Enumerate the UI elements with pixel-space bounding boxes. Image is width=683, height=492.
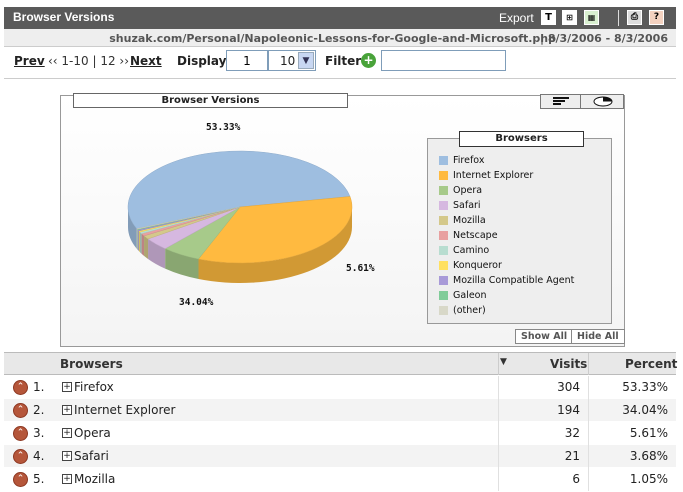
row-visits: 32 <box>564 426 580 440</box>
legend-label: Galeon <box>453 290 487 301</box>
row-browser-name: Opera <box>74 426 111 440</box>
legend-swatch <box>439 276 448 285</box>
drilldown-icon[interactable]: ⌃ <box>13 472 28 487</box>
row-visits: 194 <box>557 403 580 417</box>
legend-label: Konqueror <box>453 260 502 271</box>
row-rank: 2. <box>33 403 45 417</box>
drilldown-icon[interactable]: ⌃ <box>13 380 28 395</box>
chart-legend: Firefox Internet Explorer Opera Safari Mozil… <box>427 138 612 324</box>
expand-icon[interactable]: + <box>62 451 72 461</box>
legend-swatch <box>439 186 448 195</box>
row-percent: 1.05% <box>629 472 668 486</box>
row-browser-name: Firefox <box>74 380 114 394</box>
legend-label: Camino <box>453 245 490 256</box>
col-divider <box>498 376 499 399</box>
slice-label-ie: 34.04% <box>179 297 214 308</box>
expand-icon[interactable]: + <box>62 428 72 438</box>
pie-slice-side <box>139 232 142 254</box>
row-percent: 34.04% <box>622 403 668 417</box>
pie-slice-side <box>137 229 139 251</box>
sort-desc-icon[interactable]: ▼ <box>500 357 507 367</box>
legend-label: Firefox <box>453 155 485 166</box>
slice-label-opera: 5.61% <box>346 263 375 274</box>
row-percent: 53.33% <box>622 380 668 394</box>
row-browser-name: Internet Explorer <box>74 403 176 417</box>
col-header-browsers[interactable]: Browsers <box>60 357 123 371</box>
legend-swatch <box>439 171 448 180</box>
drilldown-icon[interactable]: ⌃ <box>13 426 28 441</box>
show-all-button[interactable]: Show All <box>521 331 567 342</box>
col-divider <box>588 468 589 491</box>
legend-swatch <box>439 306 448 315</box>
table-row[interactable]: ⌃ 3. + Opera 32 5.61% <box>4 422 676 445</box>
legend-label: Netscape <box>453 230 498 241</box>
row-rank: 1. <box>33 380 45 394</box>
table-row[interactable]: ⌃ 5. + Mozilla 6 1.05% <box>4 468 676 491</box>
row-rank: 4. <box>33 449 45 463</box>
col-divider <box>588 422 589 445</box>
col-divider <box>588 353 589 375</box>
col-divider <box>588 445 589 468</box>
slice-label-firefox: 53.33% <box>206 122 241 133</box>
legend-swatch <box>439 261 448 270</box>
row-browser-name: Mozilla <box>74 472 116 486</box>
legend-button-divider <box>571 330 572 343</box>
row-percent: 3.68% <box>629 449 668 463</box>
col-divider <box>498 353 499 375</box>
legend-swatch <box>439 156 448 165</box>
expand-icon[interactable]: + <box>62 405 72 415</box>
col-divider <box>588 376 589 399</box>
row-visits: 21 <box>564 449 580 463</box>
pie-slice-side <box>138 230 140 253</box>
drilldown-icon[interactable]: ⌃ <box>13 449 28 464</box>
legend-label: Internet Explorer <box>453 170 534 181</box>
table-row[interactable]: ⌃ 4. + Safari 21 3.68% <box>4 445 676 468</box>
legend-swatch <box>439 246 448 255</box>
row-rank: 3. <box>33 426 45 440</box>
expand-icon[interactable]: + <box>62 474 72 484</box>
pie-slice-side <box>144 235 149 259</box>
col-divider <box>498 468 499 491</box>
legend-swatch <box>439 216 448 225</box>
legend-swatch <box>439 291 448 300</box>
legend-label: Mozilla <box>453 215 486 226</box>
drilldown-icon[interactable]: ⌃ <box>13 403 28 418</box>
legend-label: Safari <box>453 200 481 211</box>
legend-swatch <box>439 201 448 210</box>
expand-icon[interactable]: + <box>62 382 72 392</box>
row-percent: 5.61% <box>629 426 668 440</box>
table-header: Browsers ▼ Visits Percent <box>4 352 677 375</box>
pie-slice-side <box>137 229 138 250</box>
col-header-visits[interactable]: Visits <box>550 357 587 371</box>
col-divider <box>498 422 499 445</box>
legend-swatch <box>439 231 448 240</box>
row-visits: 6 <box>572 472 580 486</box>
pie-slice-side <box>141 233 145 256</box>
row-browser-name: Safari <box>74 449 109 463</box>
row-rank: 5. <box>33 472 45 486</box>
col-divider <box>498 399 499 422</box>
table-row[interactable]: ⌃ 1. + Firefox 304 53.33% <box>4 376 676 399</box>
legend-label: Mozilla Compatible Agent <box>453 275 575 286</box>
legend-title: Browsers <box>459 131 584 147</box>
row-visits: 304 <box>557 380 580 394</box>
legend-label: Opera <box>453 185 483 196</box>
legend-buttons: Show All Hide All <box>515 329 625 344</box>
table-row[interactable]: ⌃ 2. + Internet Explorer 194 34.04% <box>4 399 676 422</box>
legend-label: (other) <box>453 305 486 316</box>
col-divider <box>498 445 499 468</box>
col-divider <box>588 399 589 422</box>
hide-all-button[interactable]: Hide All <box>577 331 619 342</box>
col-header-percent[interactable]: Percent <box>625 357 677 371</box>
